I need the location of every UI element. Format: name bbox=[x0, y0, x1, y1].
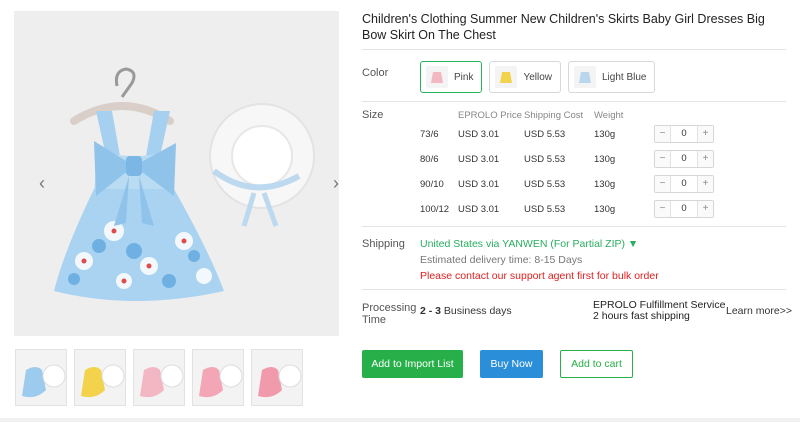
thumbnail-dress-image bbox=[252, 350, 302, 405]
fulfillment-service-detail: 2 hours fast shipping bbox=[593, 310, 690, 322]
dress-swatch-icon bbox=[431, 72, 443, 83]
processing-time-label: Processing Time bbox=[362, 302, 416, 326]
processing-time-value: 2 - 3 Business days bbox=[420, 305, 512, 317]
shipping-value: USD 5.53 bbox=[524, 179, 566, 190]
processing-unit: Business days bbox=[441, 305, 512, 317]
color-option-label: Light Blue bbox=[602, 71, 647, 83]
quantity-input[interactable]: 0 bbox=[670, 201, 698, 217]
decrement-button[interactable]: − bbox=[655, 151, 670, 167]
quantity-stepper[interactable]: − 0 + bbox=[654, 125, 714, 143]
size-row: 80/6 USD 3.01 USD 5.53 130g bbox=[420, 147, 654, 172]
thumbnail-dress-image bbox=[75, 350, 125, 405]
weight-value: 130g bbox=[594, 129, 616, 140]
buy-now-button[interactable]: Buy Now bbox=[480, 350, 543, 378]
thumbnail-strip bbox=[15, 349, 303, 406]
add-to-import-list-button[interactable]: Add to Import List bbox=[362, 350, 463, 378]
shipping-method-select[interactable]: United States via YANWEN (For Partial ZI… bbox=[420, 238, 638, 250]
decrement-button[interactable]: − bbox=[655, 176, 670, 192]
decrement-button[interactable]: − bbox=[655, 126, 670, 142]
color-option-pink[interactable]: Pink bbox=[420, 61, 483, 93]
price-value: USD 3.01 bbox=[458, 179, 500, 190]
quantity-stepper[interactable]: − 0 + bbox=[654, 175, 714, 193]
add-to-cart-button[interactable]: Add to cart bbox=[560, 350, 633, 378]
quantity-input[interactable]: 0 bbox=[670, 176, 698, 192]
size-table-header: EPROLO Price Shipping Cost Weight bbox=[420, 108, 654, 122]
price-value: USD 3.01 bbox=[458, 204, 500, 215]
bulk-order-warning: Please contact our support agent first f… bbox=[420, 270, 659, 282]
price-value: USD 3.01 bbox=[458, 129, 500, 140]
thumbnail-2[interactable] bbox=[74, 349, 126, 406]
size-row: 73/6 USD 3.01 USD 5.53 130g bbox=[420, 122, 654, 147]
quantity-stepper[interactable]: − 0 + bbox=[654, 150, 714, 168]
shipping-label: Shipping bbox=[362, 238, 405, 250]
weight-value: 130g bbox=[594, 204, 616, 215]
previous-image-arrow-icon[interactable]: ‹ bbox=[34, 171, 50, 195]
size-value: 80/6 bbox=[420, 154, 439, 165]
thumbnail-dress-image bbox=[193, 350, 243, 405]
color-swatch-pink bbox=[426, 66, 448, 88]
color-option-label: Yellow bbox=[523, 71, 552, 83]
shipping-column-header: Shipping Cost bbox=[524, 109, 584, 121]
price-value: USD 3.01 bbox=[458, 154, 500, 165]
processing-range: 2 - 3 bbox=[420, 305, 442, 317]
weight-value: 130g bbox=[594, 179, 616, 190]
thumbnail-4[interactable] bbox=[192, 349, 244, 406]
quantity-input[interactable]: 0 bbox=[670, 151, 698, 167]
increment-button[interactable]: + bbox=[698, 201, 713, 217]
thumbnail-dress-image bbox=[16, 350, 66, 405]
dress-image bbox=[14, 11, 339, 336]
size-table: EPROLO Price Shipping Cost Weight 73/6 U… bbox=[420, 108, 654, 222]
weight-column-header: Weight bbox=[594, 109, 624, 121]
increment-button[interactable]: + bbox=[698, 176, 713, 192]
color-option-light-blue[interactable]: Light Blue bbox=[568, 61, 656, 93]
size-value: 90/10 bbox=[420, 179, 444, 190]
fulfillment-service: EPROLO Fulfillment Service 2 hours fast … bbox=[593, 300, 725, 322]
color-label: Color bbox=[362, 67, 389, 79]
delivery-time: Estimated delivery time: 8-15 Days bbox=[420, 254, 583, 266]
processing-label-line: Processing bbox=[362, 302, 417, 314]
decrement-button[interactable]: − bbox=[655, 201, 670, 217]
size-value: 73/6 bbox=[420, 129, 439, 140]
thumbnail-dress-image bbox=[134, 350, 184, 405]
shipping-value: USD 5.53 bbox=[524, 204, 566, 215]
color-swatch-yellow bbox=[495, 66, 518, 88]
processing-label-line: Time bbox=[362, 314, 387, 326]
dress-swatch-icon bbox=[579, 72, 591, 83]
weight-value: 130g bbox=[594, 154, 616, 165]
divider bbox=[362, 226, 786, 227]
thumbnail-1[interactable] bbox=[15, 349, 67, 406]
color-options: Pink Yellow Light Blue bbox=[420, 61, 656, 93]
quantity-stepper[interactable]: − 0 + bbox=[654, 200, 714, 218]
size-value: 100/12 bbox=[420, 204, 450, 215]
thumbnail-5[interactable] bbox=[251, 349, 303, 406]
product-title: Children's Clothing Summer New Children'… bbox=[362, 12, 765, 42]
main-product-image[interactable]: ‹ › bbox=[14, 11, 339, 336]
color-option-yellow[interactable]: Yellow bbox=[489, 61, 561, 93]
color-swatch-light-blue bbox=[574, 66, 596, 88]
divider bbox=[362, 289, 786, 290]
price-column-header: EPROLO Price bbox=[458, 109, 522, 121]
divider bbox=[362, 49, 786, 50]
size-row: 90/10 USD 3.01 USD 5.53 130g bbox=[420, 172, 654, 197]
increment-button[interactable]: + bbox=[698, 151, 713, 167]
color-option-label: Pink bbox=[454, 71, 474, 83]
size-row: 100/12 USD 3.01 USD 5.53 130g bbox=[420, 197, 654, 222]
product-card: ‹ › Children's Clothing Summer New Child… bbox=[0, 0, 800, 418]
learn-more-link[interactable]: Learn more>> bbox=[726, 305, 792, 317]
size-label: Size bbox=[362, 109, 384, 121]
divider bbox=[362, 101, 786, 102]
dress-swatch-icon bbox=[500, 72, 513, 83]
next-image-arrow-icon[interactable]: › bbox=[328, 171, 339, 195]
shipping-value: USD 5.53 bbox=[524, 129, 566, 140]
increment-button[interactable]: + bbox=[698, 126, 713, 142]
thumbnail-3[interactable] bbox=[133, 349, 185, 406]
shipping-value: USD 5.53 bbox=[524, 154, 566, 165]
quantity-input[interactable]: 0 bbox=[670, 126, 698, 142]
